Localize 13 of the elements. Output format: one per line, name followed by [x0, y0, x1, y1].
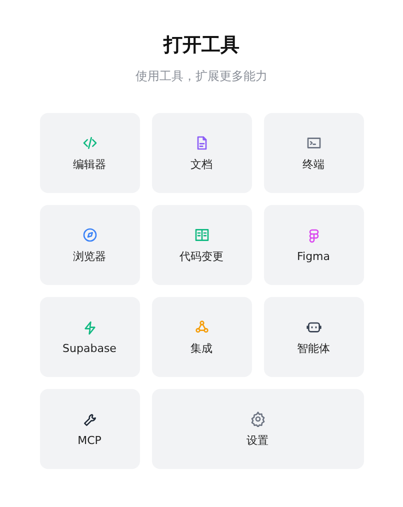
tool-tile[interactable]: 代码变更	[152, 205, 252, 285]
tool-tile[interactable]: Figma	[264, 205, 364, 285]
tool-tile[interactable]: 编辑器	[40, 113, 140, 193]
tool-tile[interactable]: 设置	[152, 389, 364, 469]
dialog-title: 打开工具	[162, 33, 240, 58]
tool-tile[interactable]: 浏览器	[40, 205, 140, 285]
tool-tile[interactable]: MCP	[40, 389, 140, 469]
tool-tile[interactable]: 智能体	[264, 297, 364, 377]
subtitle: 使用工具，扩展更多能力	[134, 68, 268, 85]
tool-tile[interactable]: 集成	[152, 297, 252, 377]
tool-tile[interactable]: Supabase	[40, 297, 140, 377]
tool-tile[interactable]: 终端	[264, 113, 364, 193]
tool-tile[interactable]: 文档	[152, 113, 252, 193]
